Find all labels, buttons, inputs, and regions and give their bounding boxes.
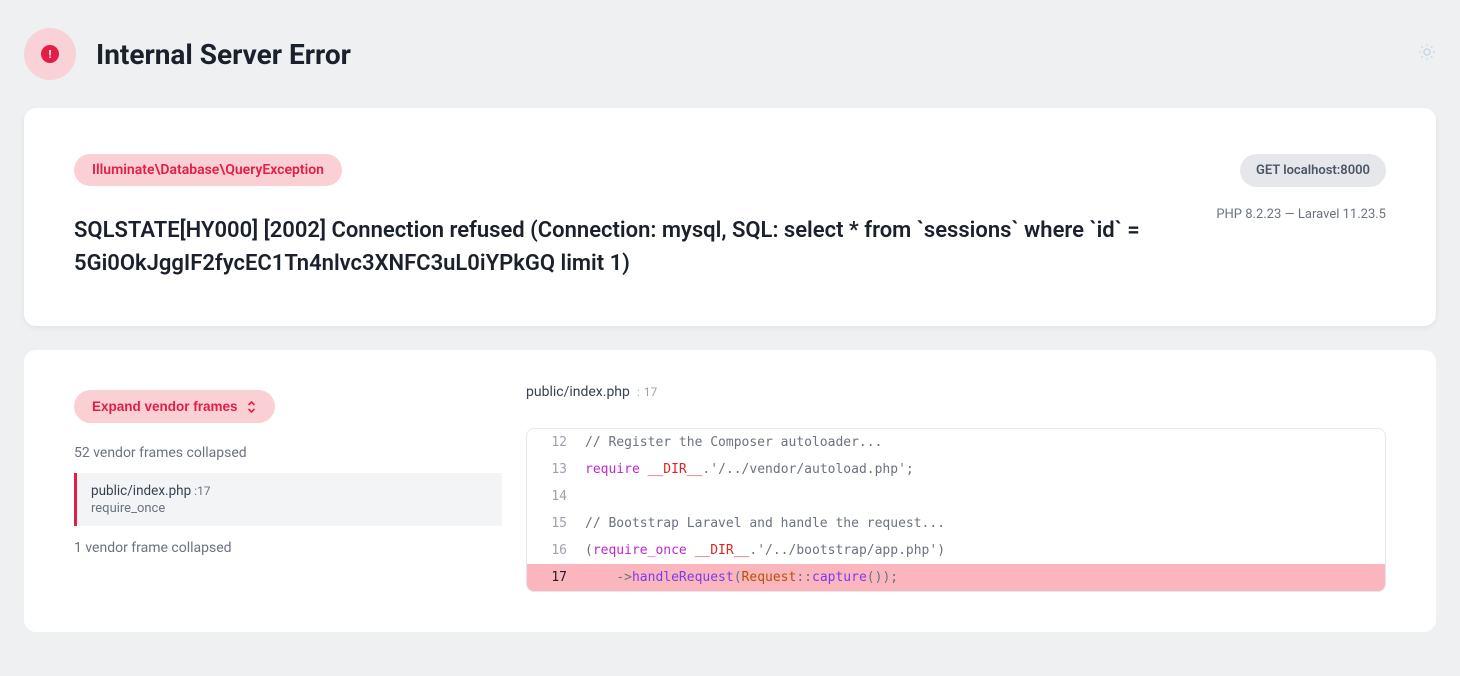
request-host: localhost:8000 <box>1283 163 1370 178</box>
alert-icon: ! <box>41 45 59 63</box>
stack-frame-item[interactable]: public/index.php :17 require_once <box>74 473 502 526</box>
chevron-up-down-icon <box>246 400 257 414</box>
code-panel: public/index.php :17 12 // Register the … <box>526 390 1386 592</box>
line-number: 13 <box>527 462 585 477</box>
frame-file: public/index.php :17 <box>91 483 488 499</box>
frame-function: require_once <box>91 501 488 516</box>
code-line: 14 <box>527 483 1385 510</box>
versions: PHP 8.2.23 — Laravel 11.23.5 <box>1216 207 1386 222</box>
line-number: 17 <box>527 570 585 585</box>
sun-icon <box>1418 43 1436 61</box>
request-method: GET <box>1256 163 1280 178</box>
expand-vendor-frames-button[interactable]: Expand vendor frames <box>74 390 275 423</box>
error-badge: ! <box>24 28 76 80</box>
header: ! Internal Server Error <box>0 0 1460 108</box>
line-number: 16 <box>527 543 585 558</box>
theme-toggle-button[interactable] <box>1418 43 1436 65</box>
request-pill: GET localhost:8000 <box>1240 154 1386 187</box>
page-title: Internal Server Error <box>96 38 351 71</box>
code-line: 13 require __DIR__.'/../vendor/autoload.… <box>527 456 1385 483</box>
stacktrace-card: Expand vendor frames 52 vendor frames co… <box>24 350 1436 632</box>
collapsed-frames-bottom[interactable]: 1 vendor frame collapsed <box>74 540 502 556</box>
framework-version: Laravel 11.23.5 <box>1298 207 1386 222</box>
stacktrace-sidebar: Expand vendor frames 52 vendor frames co… <box>74 390 502 592</box>
code-line: 12 // Register the Composer autoloader..… <box>527 429 1385 456</box>
error-summary-left: Illuminate\Database\QueryException SQLST… <box>74 154 1176 280</box>
collapsed-frames-top[interactable]: 52 vendor frames collapsed <box>74 445 502 461</box>
error-message: SQLSTATE[HY000] [2002] Connection refuse… <box>74 214 1154 280</box>
line-number: 12 <box>527 435 585 450</box>
code-file-header: public/index.php :17 <box>526 384 1386 400</box>
line-number: 14 <box>527 489 585 504</box>
error-summary-card: Illuminate\Database\QueryException SQLST… <box>24 108 1436 326</box>
code-line: 16 (require_once __DIR__.'/../bootstrap/… <box>527 537 1385 564</box>
line-number: 15 <box>527 516 585 531</box>
expand-label: Expand vendor frames <box>92 399 238 414</box>
error-summary-right: GET localhost:8000 PHP 8.2.23 — Laravel … <box>1216 154 1386 280</box>
code-line-highlighted: 17 ->handleRequest(Request::capture()); <box>527 564 1385 591</box>
code-block: 12 // Register the Composer autoloader..… <box>526 428 1386 592</box>
code-line: 15 // Bootstrap Laravel and handle the r… <box>527 510 1385 537</box>
php-version: PHP 8.2.23 <box>1216 207 1281 222</box>
exception-class-pill: Illuminate\Database\QueryException <box>74 154 342 186</box>
